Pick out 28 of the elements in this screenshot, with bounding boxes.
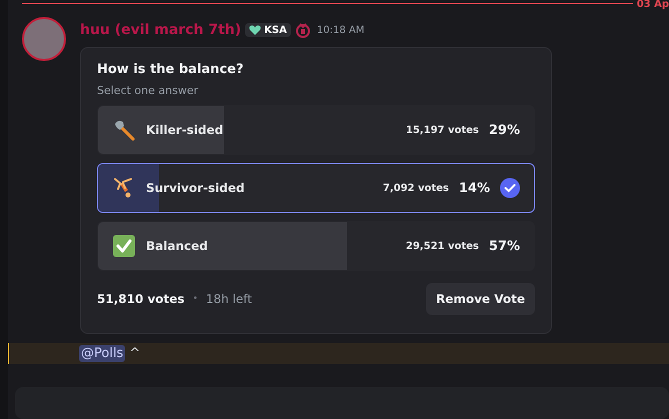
poll-option[interactable]: Balanced 29,521 votes 57%: [97, 221, 535, 271]
total-votes: 51,810 votes: [97, 292, 185, 306]
axe-icon: [112, 118, 136, 142]
option-label: Balanced: [146, 239, 208, 253]
vote-percent: 14%: [458, 180, 490, 196]
role-mention[interactable]: @Polls: [79, 344, 126, 362]
vote-count: 29,521 votes: [406, 240, 479, 252]
remove-vote-button[interactable]: Remove Vote: [426, 283, 535, 315]
vote-percent: 57%: [488, 238, 520, 254]
poll-option[interactable]: Survivor-sided 7,092 votes 14%: [97, 163, 535, 213]
selected-check-icon: [500, 178, 520, 198]
poll-option[interactable]: Killer-sided 15,197 votes 29%: [97, 105, 535, 155]
avatar[interactable]: [22, 17, 66, 61]
poll-hint: Select one answer: [97, 84, 200, 97]
vote-count: 7,092 votes: [382, 182, 449, 194]
heart-icon: [249, 24, 262, 36]
timestamp: 10:18 AM: [316, 24, 364, 36]
separator-dot: •: [192, 294, 198, 304]
poll-question: How is the balance?: [97, 62, 245, 77]
vote-percent: 29%: [488, 122, 520, 138]
message-text: ^: [129, 346, 140, 361]
role-icon[interactable]: [294, 22, 311, 38]
check-mark-icon: [112, 234, 136, 258]
guild-tag[interactable]: KSA: [245, 23, 291, 37]
vote-count: 15,197 votes: [406, 124, 479, 136]
option-label: Survivor-sided: [146, 181, 245, 195]
time-left: 18h left: [206, 292, 252, 306]
option-label: Killer-sided: [146, 123, 224, 137]
